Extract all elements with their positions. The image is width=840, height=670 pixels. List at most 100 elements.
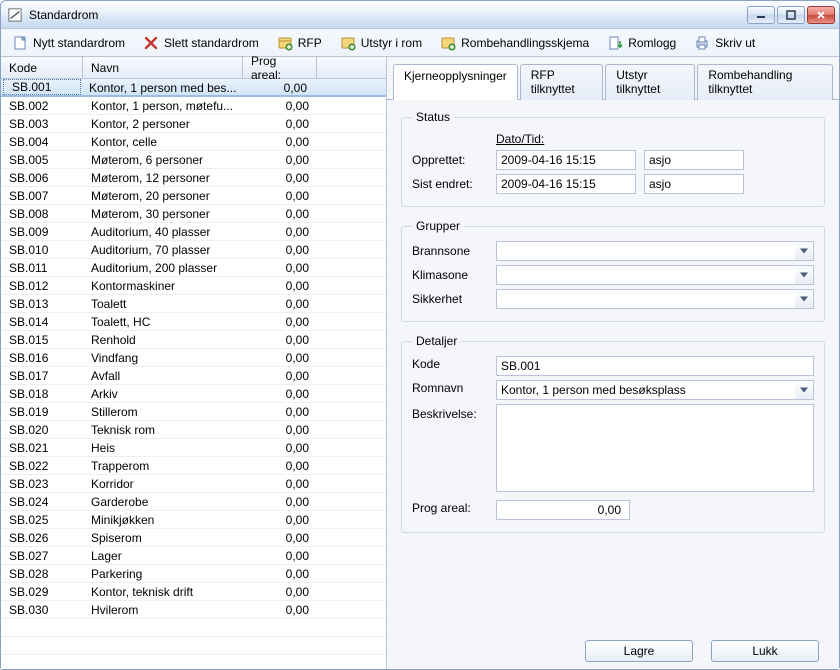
input-kode[interactable]: [496, 356, 814, 376]
input-prog-areal[interactable]: [496, 500, 630, 520]
window-maximize-button[interactable]: [777, 6, 805, 24]
cell-kode: SB.021: [1, 439, 83, 456]
col-header-areal[interactable]: Prog areal:: [243, 57, 317, 78]
cell-kode: SB.017: [1, 367, 83, 384]
table-row[interactable]: SB.016Vindfang0,00: [1, 349, 386, 367]
table-row[interactable]: SB.004Kontor, celle0,00: [1, 133, 386, 151]
group-details: Detaljer Kode Romnavn Beskrivelse: P: [401, 334, 825, 533]
table-row[interactable]: SB.003Kontor, 2 personer0,00: [1, 115, 386, 133]
table-row[interactable]: SB.028Parkering0,00: [1, 565, 386, 583]
cell-navn: Arkiv: [83, 385, 243, 402]
delete-icon: [143, 35, 159, 51]
cell-kode: SB.010: [1, 241, 83, 258]
window-minimize-button[interactable]: [747, 6, 775, 24]
group-groups: Grupper Brannsone Klimasone Sikkerhet: [401, 219, 825, 322]
table-row[interactable]: SB.018Arkiv0,00: [1, 385, 386, 403]
table-row[interactable]: SB.027Lager0,00: [1, 547, 386, 565]
close-button[interactable]: Lukk: [711, 640, 819, 662]
toolbar: Nytt standardromSlett standardrom RFP Utst…: [1, 29, 839, 57]
table-row[interactable]: SB.007Møterom, 20 personer0,00: [1, 187, 386, 205]
label-brannsone: Brannsone: [412, 244, 488, 258]
cell-areal: 0,00: [243, 349, 317, 366]
window-title: Standardrom: [29, 8, 747, 22]
label-beskrivelse: Beskrivelse:: [412, 404, 488, 421]
table-row[interactable]: SB.005Møterom, 6 personer0,00: [1, 151, 386, 169]
table-row[interactable]: SB.026Spiserom0,00: [1, 529, 386, 547]
table-row[interactable]: SB.029Kontor, teknisk drift0,00: [1, 583, 386, 601]
titlebar[interactable]: Standardrom: [1, 1, 839, 29]
save-button[interactable]: Lagre: [585, 640, 693, 662]
label-prog-areal: Prog areal:: [412, 498, 488, 515]
cell-kode: SB.018: [1, 385, 83, 402]
cell-navn: Kontor, 1 person med bes...: [81, 79, 241, 96]
combo-klimasone[interactable]: [496, 265, 814, 285]
cell-kode: SB.014: [1, 313, 83, 330]
tab-core[interactable]: Kjerneopplysninger: [393, 64, 518, 100]
cell-areal: 0,00: [243, 583, 317, 600]
table-row[interactable]: SB.015Renhold0,00: [1, 331, 386, 349]
table-row[interactable]: SB.025Minikjøkken0,00: [1, 511, 386, 529]
col-header-navn[interactable]: Navn: [83, 57, 243, 78]
table-row[interactable]: SB.010Auditorium, 70 plasser0,00: [1, 241, 386, 259]
table-row[interactable]: SB.024Garderobe0,00: [1, 493, 386, 511]
table-row[interactable]: SB.009Auditorium, 40 plasser0,00: [1, 223, 386, 241]
tab-equip[interactable]: Utstyr tilknyttet: [605, 64, 695, 100]
toolbar-print-label: Skriv ut: [715, 36, 755, 50]
cell-areal: 0,00: [243, 133, 317, 150]
toolbar-equip-button[interactable]: Utstyr i rom: [333, 31, 429, 55]
input-created-user[interactable]: [644, 150, 744, 170]
label-kode: Kode: [412, 354, 488, 371]
table-row[interactable]: SB.013Toalett0,00: [1, 295, 386, 313]
cell-areal: 0,00: [243, 331, 317, 348]
cell-navn: Kontor, celle: [83, 133, 243, 150]
table-row[interactable]: SB.020Teknisk rom0,00: [1, 421, 386, 439]
cell-kode: SB.022: [1, 457, 83, 474]
table-row[interactable]: SB.017Avfall0,00: [1, 367, 386, 385]
col-header-spacer: [317, 57, 386, 78]
toolbar-log-button[interactable]: Romlogg: [600, 31, 683, 55]
tab-rfp[interactable]: RFP tilknyttet: [520, 64, 604, 100]
input-modified-user[interactable]: [644, 174, 744, 194]
combo-brannsone[interactable]: [496, 241, 814, 261]
combo-romnavn[interactable]: [496, 380, 814, 400]
group-status: Status Dato/Tid: Opprettet: Sist endret:: [401, 110, 825, 207]
combo-sikkerhet[interactable]: [496, 289, 814, 309]
cell-kode: SB.025: [1, 511, 83, 528]
grid-header: Kode Navn Prog areal:: [1, 57, 386, 79]
table-row-blank: [1, 637, 386, 655]
toolbar-rfp-label: RFP: [298, 36, 322, 50]
cell-navn: Toalett: [83, 295, 243, 312]
table-row[interactable]: SB.019Stillerom0,00: [1, 403, 386, 421]
input-created-date[interactable]: [496, 150, 636, 170]
table-row[interactable]: SB.023Korridor0,00: [1, 475, 386, 493]
cell-navn: Korridor: [83, 475, 243, 492]
table-row[interactable]: SB.006Møterom, 12 personer0,00: [1, 169, 386, 187]
table-row[interactable]: SB.022Trapperom0,00: [1, 457, 386, 475]
toolbar-print-button[interactable]: Skriv ut: [687, 31, 762, 55]
table-row[interactable]: SB.012Kontormaskiner0,00: [1, 277, 386, 295]
toolbar-treat-button[interactable]: Rombehandlingsskjema: [433, 31, 596, 55]
table-row[interactable]: SB.021Heis0,00: [1, 439, 386, 457]
table-row[interactable]: SB.002Kontor, 1 person, møtefu...0,00: [1, 97, 386, 115]
table-row[interactable]: SB.014Toalett, HC0,00: [1, 313, 386, 331]
table-row[interactable]: SB.008Møterom, 30 personer0,00: [1, 205, 386, 223]
cell-areal: 0,00: [243, 241, 317, 258]
table-row[interactable]: SB.001Kontor, 1 person med bes...0,00: [1, 79, 386, 97]
cell-areal: 0,00: [243, 205, 317, 222]
cell-navn: Minikjøkken: [83, 511, 243, 528]
print-icon: [694, 35, 710, 51]
toolbar-new-button[interactable]: Nytt standardrom: [5, 31, 132, 55]
input-modified-date[interactable]: [496, 174, 636, 194]
col-header-kode[interactable]: Kode: [1, 57, 83, 78]
cell-areal: 0,00: [243, 529, 317, 546]
textarea-beskrivelse[interactable]: [496, 404, 814, 492]
table-row[interactable]: SB.011Auditorium, 200 plasser0,00: [1, 259, 386, 277]
legend-status: Status: [412, 110, 454, 124]
toolbar-rfp-button[interactable]: RFP: [270, 31, 329, 55]
table-row[interactable]: SB.030Hvilerom0,00: [1, 601, 386, 619]
window-close-button[interactable]: [807, 6, 835, 24]
toolbar-delete-button[interactable]: Slett standardrom: [136, 31, 266, 55]
tab-treat[interactable]: Rombehandling tilknyttet: [697, 64, 833, 100]
grid-body[interactable]: SB.001Kontor, 1 person med bes...0,00SB.…: [1, 79, 386, 669]
cell-kode: SB.016: [1, 349, 83, 366]
